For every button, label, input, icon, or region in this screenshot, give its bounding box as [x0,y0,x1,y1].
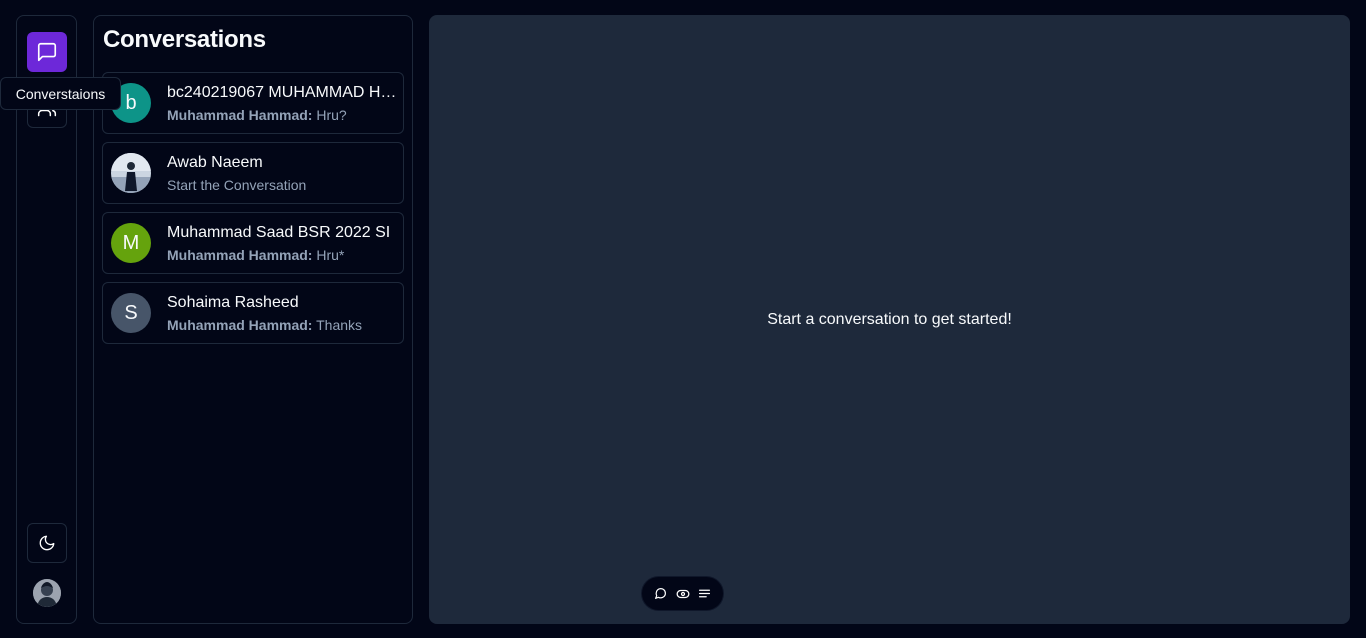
conversation-name: Sohaima Rasheed [167,294,299,311]
menu-button[interactable] [695,585,713,603]
conversation-item[interactable]: M Muhammad Saad BSR 2022 SI Muhammad Ham… [102,212,404,274]
preview-message: Hru* [316,247,345,263]
user-avatar[interactable] [33,579,61,607]
conversation-preview: Muhammad Hammad: Thanks [167,317,399,333]
message-square-icon [37,42,57,62]
user-photo-icon [111,153,151,193]
avatar [111,153,151,193]
conversations-nav-button[interactable] [27,32,67,72]
avatar: S [111,293,151,333]
preview-sender: Muhammad Hammad: [167,317,313,333]
conversation-preview: Muhammad Hammad: Hru? [167,107,399,123]
conversation-preview: Muhammad Hammad: Hru* [167,247,399,263]
conversation-name: Muhammad Saad BSR 2022 SI [167,224,391,241]
conversation-item[interactable]: Awab Naeem Start the Conversation [102,142,404,204]
empty-state-message: Start a conversation to get started! [767,311,1012,328]
chat-bubble-icon [655,588,667,599]
conversation-name: Awab Naeem [167,154,263,171]
preview-sender: Muhammad Hammad: [167,107,313,123]
preview-sender: Muhammad Hammad: [167,247,313,263]
theme-toggle-button[interactable] [27,523,67,563]
chat-main-panel: Start a conversation to get started! [429,15,1350,624]
conversation-item[interactable]: b bc240219067 MUHAMMAD HAMMAD Muhammad H… [102,72,404,134]
eye-icon [676,589,689,598]
view-button[interactable] [674,585,692,603]
list-icon [698,589,710,598]
conversation-name: bc240219067 MUHAMMAD HAMMAD [167,84,399,101]
preview-message: Hru? [316,107,347,123]
floating-toolbar [642,577,723,610]
preview-message: Thanks [316,317,363,333]
moon-icon [39,535,55,551]
tooltip-conversations: Converstaions [0,77,121,110]
preview-message: Start the Conversation [167,177,307,193]
page-title: Conversations [103,26,266,53]
comment-button[interactable] [652,585,670,603]
conversation-item[interactable]: S Sohaima Rasheed Muhammad Hammad: Thank… [102,282,404,344]
user-photo-icon [33,579,61,607]
avatar: M [111,223,151,263]
conversation-preview: Start the Conversation [167,177,399,193]
conversation-list-panel: Conversations b bc240219067 MUHAMMAD HA M… [93,15,413,624]
